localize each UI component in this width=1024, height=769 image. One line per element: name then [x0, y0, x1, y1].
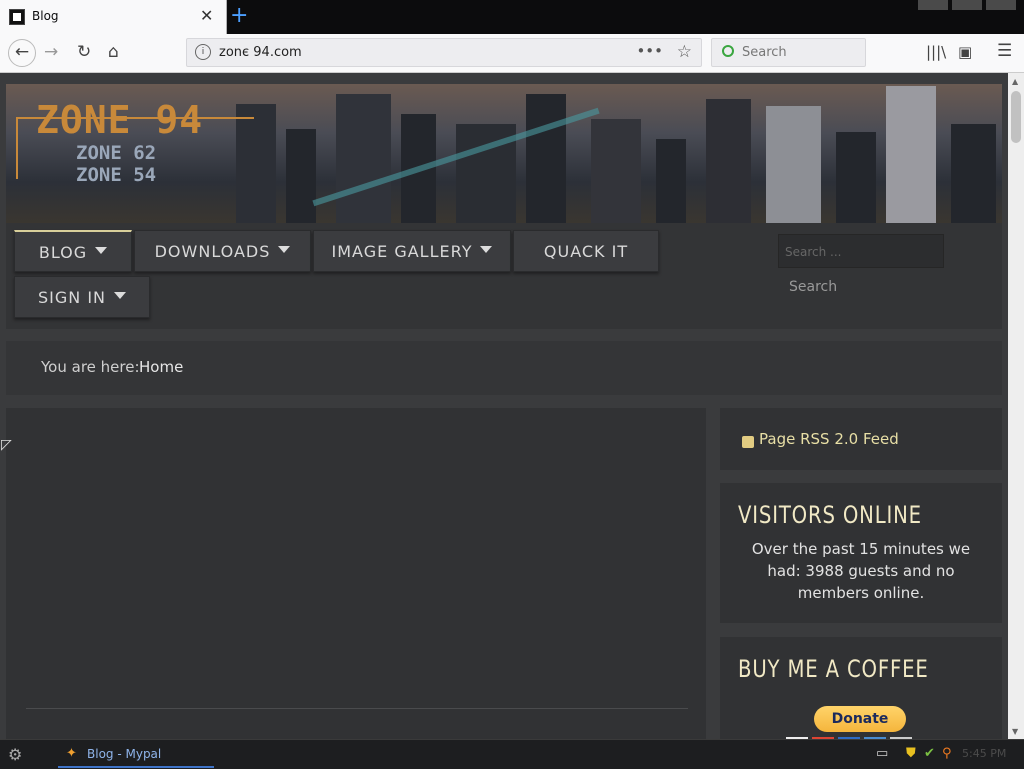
tab-bar: Blog ✕ +: [0, 0, 1024, 34]
keyboard-icon[interactable]: ▭: [876, 746, 888, 761]
menu-label: BLOG: [38, 243, 88, 262]
taskbar-window-label: Blog - Mypal: [87, 747, 162, 761]
back-button[interactable]: ←: [8, 39, 36, 67]
browser-search-field[interactable]: Search: [711, 38, 866, 67]
forward-button[interactable]: →: [44, 42, 58, 62]
site-search-input[interactable]: Search ...: [778, 234, 944, 268]
minimize-button[interactable]: [918, 0, 948, 10]
home-button[interactable]: ⌂: [108, 42, 119, 62]
divider: [26, 708, 688, 709]
menu-icon[interactable]: ☰: [997, 41, 1012, 61]
nav-toolbar: ← → ↻ ⌂ i zonє 94.com ••• ☆ Search |||\ …: [0, 34, 1024, 73]
caret-down-icon: [95, 247, 108, 254]
search-tray-icon[interactable]: ⚲: [942, 746, 952, 761]
info-icon[interactable]: i: [195, 44, 211, 60]
close-window-button[interactable]: [986, 0, 1016, 10]
url-text[interactable]: zonє 94.com: [219, 45, 302, 60]
page-actions-icon[interactable]: •••: [636, 42, 663, 60]
menu-item-blog[interactable]: BLOG: [14, 230, 132, 272]
site-logo[interactable]: ZONE 94: [36, 98, 203, 142]
logo-sub-2: ZONE 54: [76, 164, 157, 186]
page-scrollbar[interactable]: ▲ ▼: [1008, 73, 1024, 739]
caret-down-icon: [480, 246, 493, 253]
clock: 5:45 PM: [962, 747, 1007, 760]
search-engine-icon: [722, 45, 734, 57]
maximize-button[interactable]: [952, 0, 982, 10]
coffee-module: BUY ME A COFFEE Donate: [720, 637, 1002, 739]
mypal-icon: ✦: [66, 746, 77, 761]
menu-item-downloads[interactable]: DOWNLOADS: [134, 230, 311, 272]
rss-link[interactable]: Page RSS 2.0 Feed: [759, 430, 899, 448]
breadcrumb: You are here: Home: [6, 341, 1002, 395]
menu-label: DOWNLOADS: [154, 242, 271, 261]
caret-down-icon: [278, 246, 291, 253]
rss-module: Page RSS 2.0 Feed: [720, 408, 1002, 470]
coffee-title: BUY ME A COFFEE: [738, 655, 929, 683]
start-menu-icon[interactable]: ⚙: [8, 745, 32, 765]
sidebar-icon[interactable]: ▣: [958, 43, 972, 61]
bookmark-star-icon[interactable]: ☆: [677, 42, 692, 62]
tab-title: Blog: [32, 9, 59, 23]
site-search-button[interactable]: Search: [778, 273, 844, 303]
site-banner: ZONE 94 ZONE 62 ZONE 54: [6, 84, 1002, 224]
os-taskbar: ⚙ ✦ Blog - Mypal ▭ ⛊ ✔ ⚲ 5:45 PM: [0, 739, 1024, 769]
browser-search-placeholder: Search: [742, 45, 787, 60]
shield-icon[interactable]: ⛊: [906, 746, 916, 761]
scroll-up-icon[interactable]: ▲: [1012, 77, 1018, 86]
caret-down-icon: [114, 292, 126, 299]
library-icon[interactable]: |||\: [926, 43, 946, 61]
logo-sub-1: ZONE 62: [76, 142, 157, 164]
favicon-icon: [9, 9, 25, 25]
menu-item-image-gallery[interactable]: IMAGE GALLERY: [313, 230, 511, 272]
visitors-module: VISITORS ONLINE Over the past 15 minutes…: [720, 483, 1002, 623]
scroll-thumb[interactable]: [1011, 91, 1021, 143]
network-icon[interactable]: ✔: [924, 746, 935, 761]
menu-label: SIGN IN: [37, 288, 106, 307]
web-page: ZONE 94 ZONE 62 ZONE 54 BLOG DOWNLOADS I…: [0, 73, 1008, 739]
visitors-title: VISITORS ONLINE: [738, 501, 922, 529]
mouse-cursor-icon: ◸: [1, 437, 12, 453]
menu-item-sign-in[interactable]: SIGN IN: [14, 276, 150, 318]
taskbar-window-button[interactable]: ✦ Blog - Mypal: [58, 742, 214, 768]
main-content: [6, 408, 706, 739]
menu-label: QUACK IT: [543, 242, 629, 261]
scroll-down-icon[interactable]: ▼: [1012, 727, 1018, 736]
menu-label: IMAGE GALLERY: [331, 242, 473, 261]
menu-item-quack-it[interactable]: QUACK IT: [513, 230, 659, 272]
url-bar[interactable]: i zonє 94.com ••• ☆: [186, 38, 702, 67]
breadcrumb-label: You are here:: [41, 358, 140, 376]
reload-button[interactable]: ↻: [77, 42, 91, 62]
rss-icon: [742, 436, 754, 448]
tab-close-icon[interactable]: ✕: [200, 7, 213, 25]
donate-button[interactable]: Donate: [814, 706, 906, 732]
visitors-text: Over the past 15 minutes we had: 3988 gu…: [751, 540, 971, 602]
breadcrumb-home-link[interactable]: Home: [139, 358, 183, 376]
browser-tab[interactable]: Blog ✕: [0, 0, 227, 34]
new-tab-button[interactable]: +: [230, 4, 248, 28]
